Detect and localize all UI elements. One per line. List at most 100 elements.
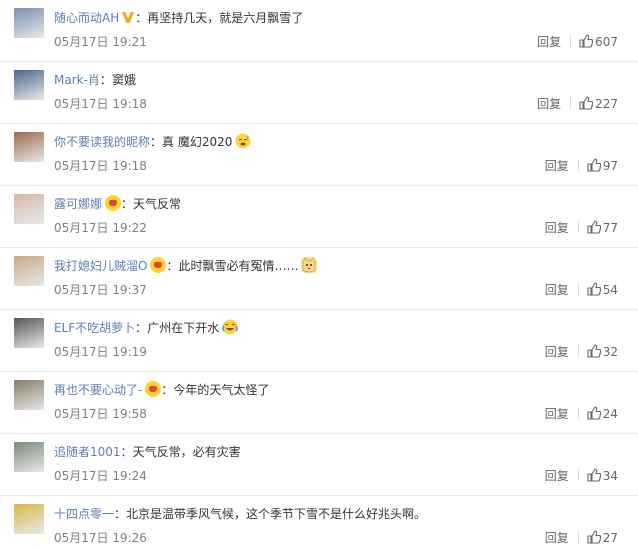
comment-actions: 回复 32 — [545, 344, 618, 360]
comment-time: 05月17日 19:26 — [54, 531, 147, 545]
divider — [577, 345, 579, 357]
avatar[interactable] — [14, 318, 44, 348]
like-count: 32 — [602, 345, 618, 359]
thumbs-up-icon — [587, 282, 603, 297]
comment-text: 真 魔幻2020 — [162, 135, 233, 149]
comment-text: 再坚持几天，就是六月飘雪了 — [147, 11, 304, 25]
comment-item: 追随者1001：天气反常，必有灾害 05月17日 19:24 回复 34 — [0, 434, 638, 496]
divider — [577, 159, 579, 171]
reply-button[interactable]: 回复 — [545, 283, 569, 297]
reply-button[interactable]: 回复 — [545, 159, 569, 173]
reply-button[interactable]: 回复 — [545, 407, 569, 421]
divider — [577, 531, 579, 543]
reply-button[interactable]: 回复 — [545, 221, 569, 235]
reply-button[interactable]: 回复 — [545, 345, 569, 359]
comment-body: 你不要读我的昵称：真 魔幻2020 — [54, 133, 251, 151]
comment-body: 随心而动AH ：再坚持几天，就是六月飘雪了 — [54, 9, 303, 27]
comment-text: 今年的天气太怪了 — [173, 383, 270, 397]
comment-body: 我打媳妇儿贼溜O ：此时飘雪必有冤情…… — [54, 257, 318, 275]
comment-list: 随心而动AH ：再坚持几天，就是六月飘雪了 05月17日 19:21 回复 607 Mar… — [0, 0, 638, 550]
divider — [577, 407, 579, 419]
comment-body: 追随者1001：天气反常，必有灾害 — [54, 443, 241, 461]
like-button[interactable]: 27 — [587, 530, 618, 546]
avatar[interactable] — [14, 70, 44, 100]
reply-button[interactable]: 回复 — [537, 35, 561, 49]
comment-item: 我打媳妇儿贼溜O ：此时飘雪必有冤情…… 05月17日 19:37 回复 54 — [0, 248, 638, 310]
comment-text: 此时飘雪必有冤情…… — [178, 259, 299, 273]
comment-time: 05月17日 19:37 — [54, 283, 147, 297]
avatar[interactable] — [14, 504, 44, 534]
like-button[interactable]: 607 — [579, 34, 618, 50]
avatar[interactable] — [14, 442, 44, 472]
thumbs-up-icon — [579, 34, 595, 49]
like-button[interactable]: 97 — [587, 158, 618, 174]
comment-actions: 回复 227 — [537, 96, 618, 112]
comment-time: 05月17日 19:19 — [54, 345, 147, 359]
avatar[interactable] — [14, 380, 44, 410]
separator: ： — [99, 73, 112, 87]
thumbs-up-icon — [587, 530, 603, 545]
comment-actions: 回复 97 — [545, 158, 618, 174]
like-count: 27 — [602, 531, 618, 545]
cat-emoji-icon — [301, 257, 318, 273]
separator: ： — [161, 383, 174, 397]
comment-item: 你不要读我的昵称：真 魔幻2020 05月17日 19:18 回复 97 — [0, 124, 638, 186]
comment-item: 再也不要心动了- ：今年的天气太怪了 05月17日 19:58 回复 24 — [0, 372, 638, 434]
divider — [570, 97, 572, 109]
comment-time: 05月17日 19:18 — [54, 97, 147, 111]
comment-time: 05月17日 19:58 — [54, 407, 147, 421]
username-link[interactable]: 追随者1001 — [54, 445, 121, 459]
avatar[interactable] — [14, 194, 44, 224]
divider — [570, 35, 572, 47]
comment-text: 广州在下开水 — [147, 321, 220, 335]
username-link[interactable]: 露可娜娜 — [54, 197, 102, 211]
username-link[interactable]: 十四点零一 — [54, 507, 114, 521]
comment-body: 露可娜娜 ：天气反常 — [54, 195, 181, 213]
separator: ： — [166, 259, 179, 273]
like-button[interactable]: 32 — [587, 344, 618, 360]
separator: ： — [121, 197, 134, 211]
crown-badge-icon — [150, 257, 167, 273]
like-button[interactable]: 227 — [579, 96, 618, 112]
avatar[interactable] — [14, 8, 44, 38]
comment-item: 十四点零一：北京是温带季风气候，这个季节下雪不是什么好兆头啊。 05月17日 19… — [0, 496, 638, 550]
thumbs-up-icon — [587, 220, 603, 235]
avatar[interactable] — [14, 132, 44, 162]
thumbs-up-icon — [579, 96, 595, 111]
sweat-emoji-icon — [235, 133, 251, 149]
divider — [577, 469, 579, 481]
username-link[interactable]: 我打媳妇儿贼溜O — [54, 259, 147, 273]
comment-body: 十四点零一：北京是温带季风气候，这个季节下雪不是什么好兆头啊。 — [54, 505, 426, 523]
username-link[interactable]: 你不要读我的昵称 — [54, 135, 150, 149]
like-button[interactable]: 34 — [587, 468, 618, 484]
comment-text: 天气反常 — [133, 197, 182, 211]
comment-item: ELF不吃胡萝卜：广州在下开水 05月17日 19:19 回复 32 — [0, 310, 638, 372]
username-link[interactable]: Mark-肖 — [54, 73, 100, 87]
comment-actions: 回复 24 — [545, 406, 618, 422]
reply-button[interactable]: 回复 — [537, 97, 561, 111]
reply-button[interactable]: 回复 — [545, 469, 569, 483]
username-link[interactable]: 再也不要心动了- — [54, 383, 142, 397]
thumbs-up-icon — [587, 344, 603, 359]
like-button[interactable]: 77 — [587, 220, 618, 236]
comment-body: ELF不吃胡萝卜：广州在下开水 — [54, 319, 238, 337]
avatar[interactable] — [14, 256, 44, 286]
like-button[interactable]: 54 — [587, 282, 618, 298]
crown-badge-icon — [105, 195, 122, 211]
reply-button[interactable]: 回复 — [545, 531, 569, 545]
comment-text: 北京是温带季风气候，这个季节下雪不是什么好兆头啊。 — [126, 507, 427, 521]
separator: ： — [135, 321, 148, 335]
comment-time: 05月17日 19:22 — [54, 221, 147, 235]
username-link[interactable]: ELF不吃胡萝卜 — [54, 321, 135, 335]
comment-text: 窦娥 — [111, 73, 136, 87]
comment-item: 露可娜娜 ：天气反常 05月17日 19:22 回复 77 — [0, 186, 638, 248]
username-link[interactable]: 随心而动AH — [54, 11, 119, 25]
like-button[interactable]: 24 — [587, 406, 618, 422]
separator: ： — [150, 135, 163, 149]
like-count: 607 — [595, 35, 618, 49]
like-count: 24 — [602, 407, 618, 421]
comment-body: Mark-肖：窦娥 — [54, 71, 136, 89]
like-count: 34 — [602, 469, 618, 483]
comment-actions: 回复 34 — [545, 468, 618, 484]
comment-item: 随心而动AH ：再坚持几天，就是六月飘雪了 05月17日 19:21 回复 607 — [0, 0, 638, 62]
